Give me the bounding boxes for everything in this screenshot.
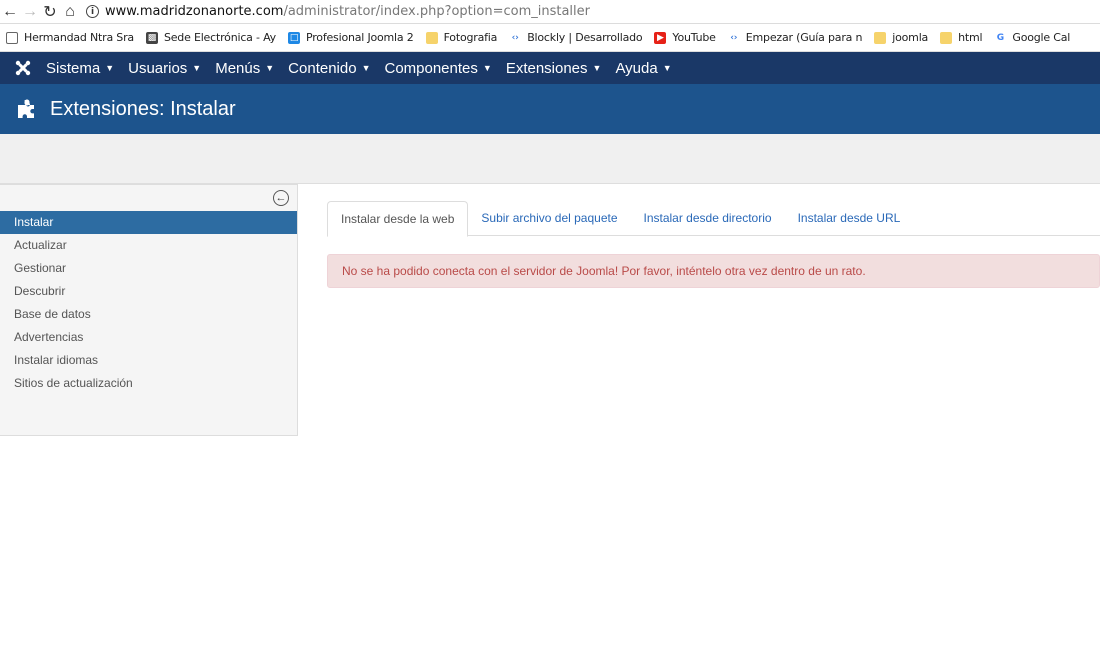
page-title: Extensiones: Instalar <box>50 97 236 120</box>
bookmark-label: Sede Electrónica - Ay <box>163 31 276 44</box>
menu-label: Extensiones <box>505 59 588 77</box>
menu-label: Contenido <box>288 59 357 77</box>
caret-down-icon: ▼ <box>265 63 275 73</box>
tab-instalar-desde-directorio[interactable]: Instalar desde directorio <box>631 201 785 235</box>
menu-componentes[interactable]: Componentes ▼ <box>384 60 491 77</box>
bookmark-item[interactable]: joomla <box>874 31 928 44</box>
tab-instalar-desde-url[interactable]: Instalar desde URL <box>785 201 914 235</box>
menu-label: Sistema <box>46 59 101 77</box>
bookmark-label: YouTube <box>672 31 716 44</box>
sidebar: ← Instalar Actualizar Gestionar Descubri… <box>0 184 298 436</box>
bookmark-label: Hermandad Ntra Sra <box>24 31 134 44</box>
caret-down-icon: ▼ <box>361 63 371 73</box>
app-icon: □ <box>287 31 300 44</box>
forward-arrow-icon[interactable]: → <box>20 0 40 24</box>
bookmark-label: html <box>958 31 983 44</box>
bookmark-label: Profesional Joomla 2 <box>305 31 414 44</box>
joomla-logo-icon <box>15 60 31 76</box>
bookmark-item[interactable]: G Google Cal <box>994 31 1071 44</box>
sidebar-item-sitios-de-actualizacion[interactable]: Sitios de actualización <box>0 372 297 395</box>
main-area: ← Instalar Actualizar Gestionar Descubri… <box>0 184 1100 436</box>
tab-subir-archivo[interactable]: Subir archivo del paquete <box>468 201 630 235</box>
menu-contenido[interactable]: Contenido ▼ <box>288 60 370 77</box>
bookmark-item[interactable]: ‹› Empezar (Guía para n <box>728 31 863 44</box>
info-icon[interactable]: i <box>86 5 99 18</box>
bookmark-label: joomla <box>892 31 929 44</box>
menu-label: Menús <box>215 59 261 77</box>
sidebar-item-base-de-datos[interactable]: Base de datos <box>0 303 297 326</box>
bookmark-item[interactable]: □ Profesional Joomla 2 <box>287 31 414 44</box>
menu-label: Usuarios <box>128 59 188 77</box>
sidebar-item-gestionar[interactable]: Gestionar <box>0 257 297 280</box>
sidebar-item-advertencias[interactable]: Advertencias <box>0 326 297 349</box>
home-icon[interactable]: ⌂ <box>60 0 80 24</box>
menu-label: Componentes <box>384 59 478 77</box>
url-host: www.madridzonanorte.com <box>105 4 284 19</box>
sidebar-item-actualizar[interactable]: Actualizar <box>0 234 297 257</box>
sidebar-item-instalar[interactable]: Instalar <box>0 211 297 234</box>
page-header: Extensiones: Instalar <box>0 84 1100 134</box>
sidebar-item-descubrir[interactable]: Descubrir <box>0 280 297 303</box>
menu-ayuda[interactable]: Ayuda ▼ <box>615 60 671 77</box>
caret-down-icon: ▼ <box>592 63 602 73</box>
folder-icon <box>425 31 438 44</box>
caret-down-icon: ▼ <box>482 63 492 73</box>
caret-down-icon: ▼ <box>105 63 115 73</box>
menu-label: Ayuda <box>615 59 658 77</box>
install-tabs: Instalar desde la web Subir archivo del … <box>327 201 1100 237</box>
url-field[interactable]: i www.madridzonanorte.com/administrator/… <box>86 4 590 19</box>
code-icon: ‹› <box>511 32 519 43</box>
caret-down-icon: ▼ <box>192 63 202 73</box>
url-path: /administrator/index.php?option=com_inst… <box>283 4 590 19</box>
joomla-logo-icon[interactable] <box>0 60 46 76</box>
bookmark-item[interactable]: ▩ Sede Electrónica - Ay <box>145 31 276 44</box>
page-icon <box>6 31 18 44</box>
bookmark-item[interactable]: Fotografia <box>425 31 498 44</box>
menu-sistema[interactable]: Sistema ▼ <box>46 60 114 77</box>
puzzle-icon <box>18 99 34 118</box>
bookmark-label: Blockly | Desarrollado <box>527 31 643 44</box>
google-icon: G <box>996 32 1004 43</box>
menu-usuarios[interactable]: Usuarios ▼ <box>128 60 201 77</box>
bookmark-label: Google Cal <box>1012 31 1071 44</box>
content-area: Instalar desde la web Subir archivo del … <box>298 184 1100 436</box>
bookmark-item[interactable]: Hermandad Ntra Sra <box>6 31 134 44</box>
toolbar-area <box>0 134 1100 184</box>
sede-icon: ▩ <box>145 31 158 44</box>
admin-top-menu: Sistema ▼ Usuarios ▼ Menús ▼ Contenido ▼ Com… <box>0 52 1100 84</box>
folder-icon <box>940 31 953 44</box>
sidebar-list: Instalar Actualizar Gestionar Descubrir … <box>0 211 297 395</box>
menu-extensiones[interactable]: Extensiones ▼ <box>506 60 602 77</box>
tab-instalar-desde-la-web[interactable]: Instalar desde la web <box>327 201 469 237</box>
back-arrow-icon[interactable]: ← <box>0 0 20 24</box>
youtube-icon: ▶ <box>654 31 667 44</box>
bookmark-item[interactable]: html <box>940 31 983 44</box>
bookmark-item[interactable]: ▶ YouTube <box>654 31 716 44</box>
sidebar-item-instalar-idiomas[interactable]: Instalar idiomas <box>0 349 297 372</box>
folder-icon <box>874 31 887 44</box>
bookmark-item[interactable]: ‹› Blockly | Desarrollado <box>509 31 643 44</box>
error-alert: No se ha podido conecta con el servidor … <box>327 254 1100 288</box>
bookmarks-bar: Hermandad Ntra Sra ▩ Sede Electrónica - A… <box>0 24 1100 52</box>
browser-address-bar: ← → ↻ ⌂ i www.madridzonanorte.com/admini… <box>0 0 1100 24</box>
bookmark-label: Fotografia <box>443 31 498 44</box>
caret-down-icon: ▼ <box>662 63 672 73</box>
menu-menus[interactable]: Menús ▼ <box>215 60 274 77</box>
code-icon: ‹› <box>730 32 738 43</box>
collapse-sidebar-icon[interactable]: ← <box>273 190 289 206</box>
reload-icon[interactable]: ↻ <box>40 0 60 24</box>
bookmark-label: Empezar (Guía para n <box>745 31 863 44</box>
